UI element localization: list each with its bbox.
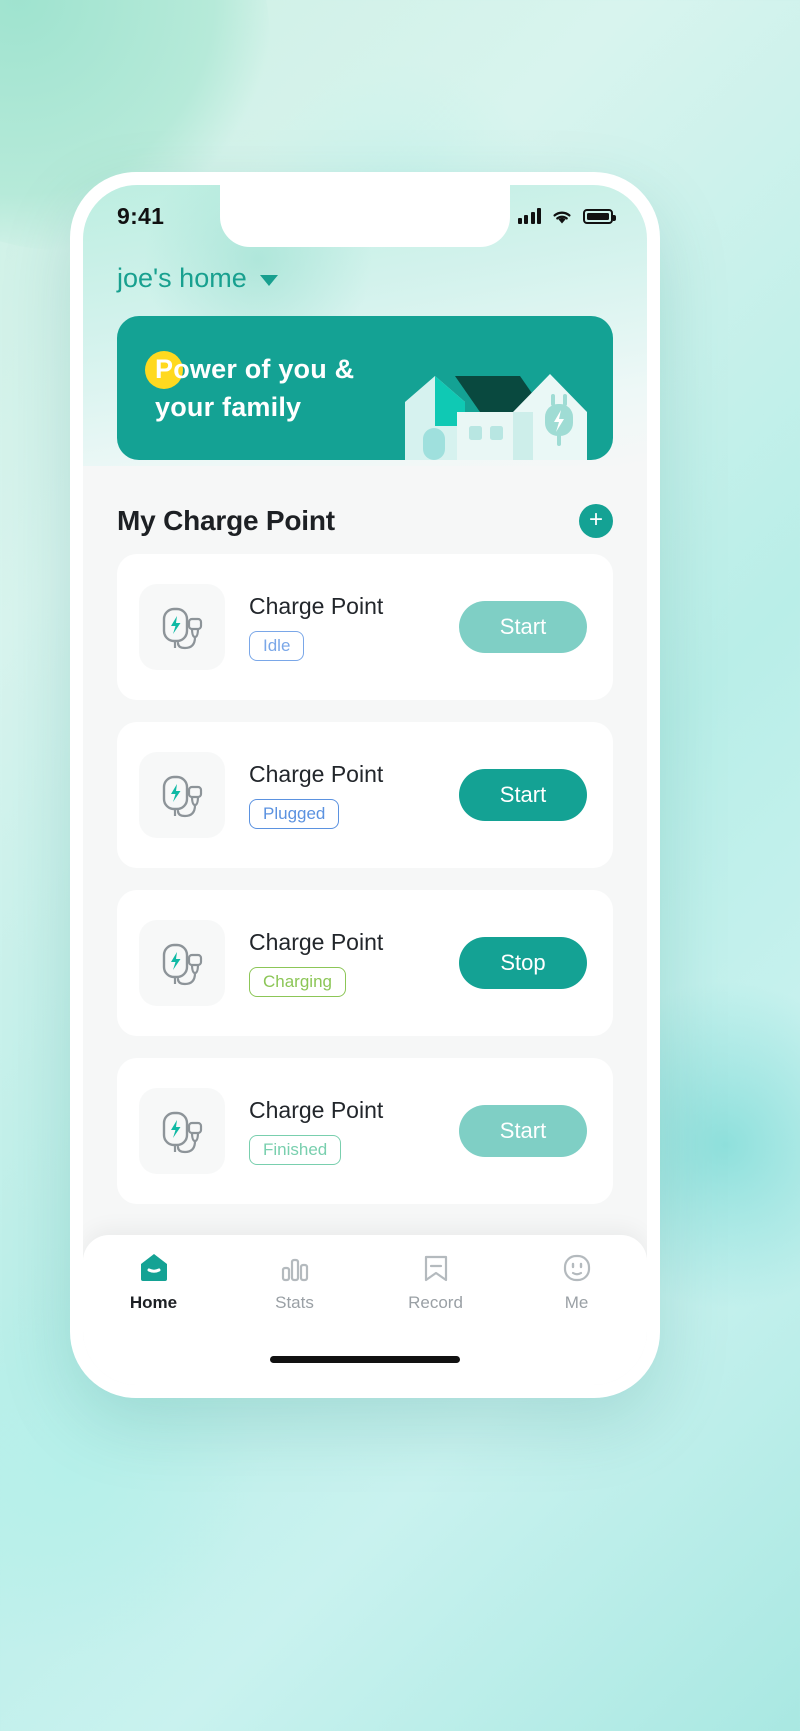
status-indicators bbox=[517, 208, 616, 225]
home-indicator bbox=[270, 1356, 460, 1363]
tab-label: Record bbox=[408, 1293, 463, 1312]
house-with-charger-illustration bbox=[405, 374, 587, 460]
bottom-tab-bar: Home Stats Record Me bbox=[83, 1235, 647, 1385]
list-item[interactable]: Charge Point Idle Start bbox=[117, 554, 613, 700]
tab-label: Home bbox=[129, 1293, 178, 1312]
ev-charger-icon bbox=[162, 607, 203, 650]
promo-banner[interactable]: Power of you & your family bbox=[117, 316, 613, 460]
add-charge-point-button[interactable]: + bbox=[579, 504, 613, 538]
charge-point-info: Charge Point Finished bbox=[225, 1097, 459, 1165]
tab-label: Stats bbox=[275, 1293, 314, 1312]
bar-chart-icon bbox=[281, 1258, 308, 1282]
top-area: 9:41 joe's home Power of you & your fami… bbox=[83, 185, 647, 466]
charge-point-name: Charge Point bbox=[249, 929, 384, 955]
page-title: My Charge Point bbox=[117, 505, 335, 536]
charge-action-button[interactable]: Start bbox=[459, 601, 587, 653]
charger-thumbnail bbox=[139, 584, 225, 670]
list-item[interactable]: Charge Point Charging Stop bbox=[117, 890, 613, 1036]
list-item[interactable]: Charge Point Plugged Start bbox=[117, 722, 613, 868]
charge-point-info: Charge Point Plugged bbox=[225, 761, 459, 829]
ev-charger-icon bbox=[162, 1111, 203, 1154]
status-time: 9:41 bbox=[117, 202, 165, 229]
charge-point-name: Charge Point bbox=[249, 593, 384, 619]
phone-frame: 9:41 joe's home Power of you & your fami… bbox=[70, 172, 660, 1398]
tab-record[interactable]: Record bbox=[365, 1251, 506, 1313]
charge-point-info: Charge Point Charging bbox=[225, 929, 459, 997]
ev-charger-icon bbox=[162, 943, 203, 986]
ev-charger-icon bbox=[162, 775, 203, 818]
battery-icon bbox=[583, 208, 616, 224]
plus-icon: + bbox=[588, 505, 603, 533]
charger-thumbnail bbox=[139, 1088, 225, 1174]
charge-point-info: Charge Point Idle bbox=[225, 593, 459, 661]
tab-stats[interactable]: Stats bbox=[224, 1251, 365, 1313]
banner-line-1: Power of you & bbox=[155, 353, 355, 384]
tab-me[interactable]: Me bbox=[506, 1251, 647, 1313]
section-header: My Charge Point + bbox=[83, 466, 647, 554]
bookmark-icon bbox=[424, 1255, 447, 1282]
status-badge: Idle bbox=[249, 631, 305, 661]
status-badge: Plugged bbox=[249, 799, 340, 829]
status-badge: Finished bbox=[249, 1135, 342, 1165]
list-item[interactable]: Charge Point Finished Start bbox=[117, 1058, 613, 1204]
home-icon bbox=[140, 1254, 167, 1281]
tab-label: Me bbox=[564, 1293, 589, 1312]
charge-action-button[interactable]: Start bbox=[459, 1105, 587, 1157]
face-icon bbox=[563, 1254, 590, 1282]
banner-text: Power of you & your family bbox=[117, 350, 354, 427]
charge-action-button[interactable]: Stop bbox=[459, 937, 587, 989]
banner-line-2: your family bbox=[155, 392, 302, 422]
charger-thumbnail bbox=[139, 920, 225, 1006]
cellular-bars-icon bbox=[517, 208, 541, 224]
phone-screen: 9:41 joe's home Power of you & your fami… bbox=[83, 185, 647, 1385]
home-selector[interactable]: joe's home bbox=[83, 247, 647, 316]
charge-point-name: Charge Point bbox=[249, 1097, 384, 1123]
charger-thumbnail bbox=[139, 752, 225, 838]
wifi-icon bbox=[553, 211, 571, 223]
tab-home[interactable]: Home bbox=[83, 1251, 224, 1313]
charge-action-button[interactable]: Start bbox=[459, 769, 587, 821]
chevron-down-icon bbox=[259, 275, 278, 286]
home-name-label: joe's home bbox=[117, 263, 247, 293]
status-badge: Charging bbox=[249, 967, 346, 997]
status-bar: 9:41 bbox=[83, 185, 647, 247]
charge-point-name: Charge Point bbox=[249, 761, 384, 787]
